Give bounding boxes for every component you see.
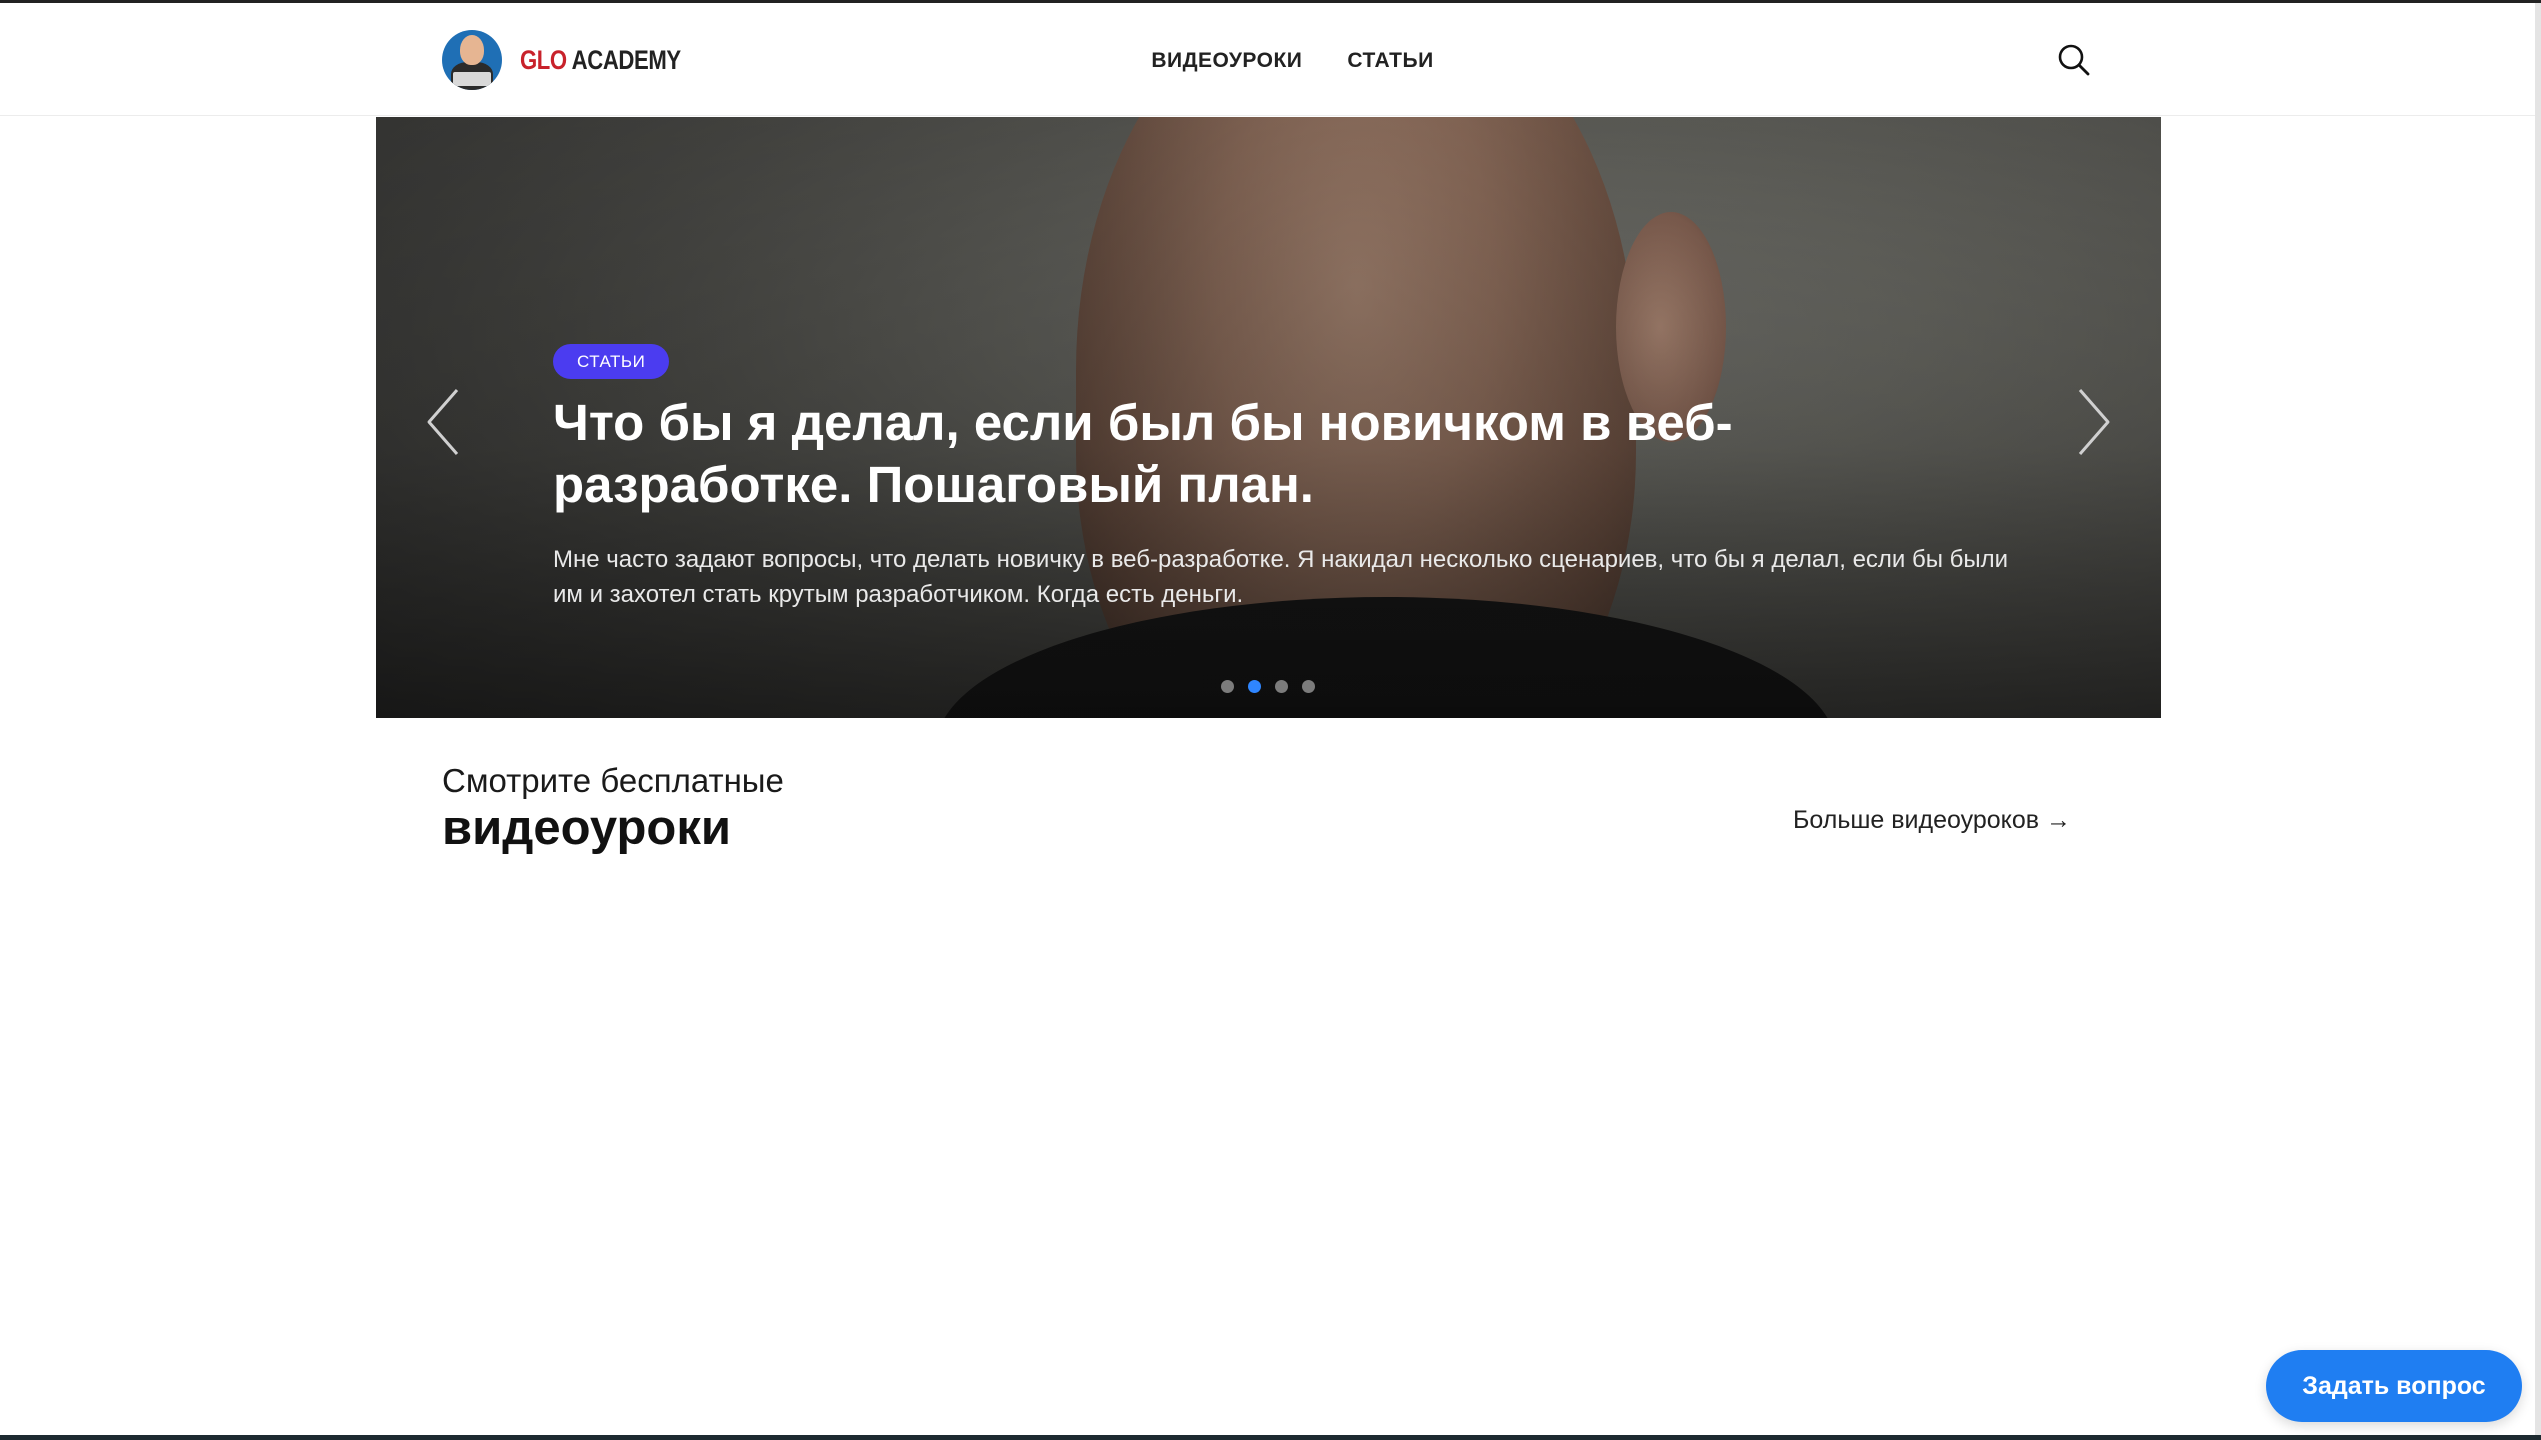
section-title: видеоуроки	[442, 801, 731, 855]
nav-item-videos[interactable]: ВИДЕОУРОКИ	[1151, 49, 1302, 73]
ask-question-button[interactable]: Задать вопрос	[2266, 1350, 2522, 1422]
slider-dot[interactable]	[1275, 680, 1288, 693]
search-icon[interactable]	[2057, 43, 2091, 77]
section-subtitle: Смотрите бесплатные	[442, 762, 784, 799]
slider-pagination	[1221, 680, 1315, 693]
chevron-left-icon[interactable]	[421, 382, 471, 462]
main-nav: ВИДЕОУРОКИ СТАТЬИ	[0, 49, 2535, 73]
page-scrollbar[interactable]	[2535, 3, 2541, 1435]
slider-dot[interactable]	[1248, 680, 1261, 693]
slide-description: Мне часто задают вопросы, что делать нов…	[553, 546, 2009, 608]
slide-title[interactable]: Что бы я делал, если был бы новичком в в…	[553, 392, 1853, 516]
chevron-right-icon[interactable]	[2066, 382, 2116, 462]
hero-slider: СТАТЬИ Что бы я делал, если был бы нович…	[376, 117, 2161, 718]
slider-dot[interactable]	[1221, 680, 1234, 693]
more-videos-link[interactable]: Больше видеоуроков →	[1793, 806, 2071, 835]
category-badge[interactable]: СТАТЬИ	[553, 344, 670, 379]
slider-dot[interactable]	[1302, 680, 1315, 693]
site-header: GLO ACADEMY ВИДЕОУРОКИ СТАТЬИ	[0, 3, 2535, 116]
nav-item-articles[interactable]: СТАТЬИ	[1347, 49, 1433, 73]
bottom-bar	[0, 1435, 2541, 1440]
